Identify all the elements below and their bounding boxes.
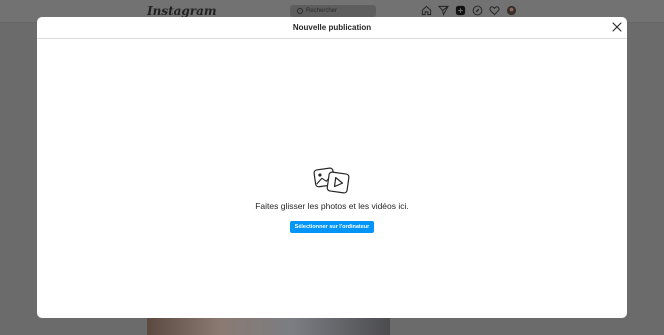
background-feed-photo bbox=[147, 318, 390, 335]
search-placeholder: Rechercher bbox=[306, 8, 338, 14]
photo-video-icon bbox=[313, 167, 350, 194]
select-from-computer-button[interactable]: Sélectionner sur l'ordinateur bbox=[290, 221, 374, 233]
modal-header: Nouvelle publication bbox=[37, 17, 627, 39]
send-icon bbox=[438, 5, 449, 16]
search-input: Rechercher bbox=[290, 5, 376, 17]
search-icon bbox=[297, 8, 303, 14]
profile-avatar bbox=[506, 5, 517, 16]
top-nav bbox=[421, 5, 517, 17]
new-post-modal: Nouvelle publication Faites glisser les … bbox=[37, 17, 627, 318]
modal-title: Nouvelle publication bbox=[292, 23, 372, 32]
instagram-logo: Instagram bbox=[147, 4, 217, 18]
home-icon bbox=[421, 5, 432, 16]
drag-drop-instruction: Faites glisser les photos et les vidéos … bbox=[255, 201, 409, 211]
modal-body: Faites glisser les photos et les vidéos … bbox=[37, 39, 627, 318]
explore-icon bbox=[472, 5, 483, 16]
close-icon[interactable] bbox=[612, 22, 622, 32]
new-post-icon bbox=[455, 5, 466, 16]
heart-icon bbox=[489, 6, 500, 16]
